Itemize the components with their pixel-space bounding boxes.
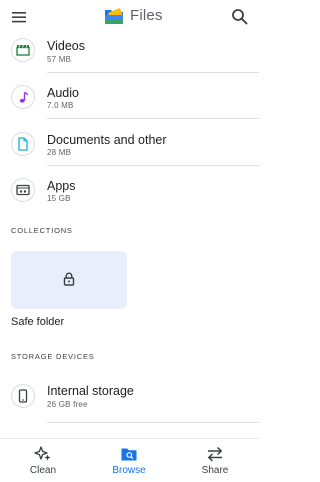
nav-label: Browse [112, 465, 146, 476]
section-label-storage-devices: STORAGE DEVICES [11, 352, 95, 361]
nav-browse[interactable]: Browse [86, 439, 172, 482]
divider [47, 72, 259, 73]
divider [47, 422, 259, 423]
category-apps[interactable]: Apps 15 GB [0, 173, 259, 219]
app-bar: Files [0, 0, 259, 34]
document-icon [11, 132, 35, 156]
category-size: 57 MB [47, 55, 72, 64]
nav-label: Clean [29, 465, 57, 476]
files-logo-icon [105, 8, 123, 24]
apps-icon [11, 178, 35, 202]
menu-icon[interactable] [9, 8, 31, 26]
category-size: 7.0 MB [47, 101, 74, 110]
storage-title: Internal storage [47, 384, 134, 398]
app-title: Files [130, 7, 163, 24]
safe-folder-label: Safe folder [11, 316, 65, 328]
category-title: Apps [47, 179, 76, 193]
swap-arrows-icon [207, 446, 223, 462]
nav-share[interactable]: Share [172, 439, 258, 482]
category-title: Documents and other [47, 133, 167, 147]
lock-icon [63, 272, 75, 286]
storage-free: 26 GB free [47, 400, 88, 409]
sparkle-icon [34, 446, 51, 461]
category-title: Videos [47, 39, 85, 53]
divider [47, 165, 259, 166]
section-label-collections: COLLECTIONS [11, 226, 73, 235]
category-videos[interactable]: Videos 57 MB [0, 34, 259, 80]
category-audio[interactable]: Audio 7.0 MB [0, 80, 259, 126]
clapperboard-icon [11, 38, 35, 62]
music-note-icon [11, 85, 35, 109]
browse-folder-icon [121, 448, 137, 461]
category-size: 28 MB [47, 148, 72, 157]
storage-internal[interactable]: Internal storage 26 GB free [0, 374, 259, 424]
phone-icon [11, 384, 35, 408]
category-documents[interactable]: Documents and other 28 MB [0, 127, 259, 173]
category-title: Audio [47, 86, 79, 100]
search-icon[interactable] [230, 7, 250, 27]
nav-clean[interactable]: Clean [0, 439, 86, 482]
divider [47, 118, 259, 119]
bottom-navigation: Clean Browse Share [0, 438, 259, 482]
nav-label: Share [201, 465, 229, 476]
safe-folder-card[interactable] [11, 251, 127, 309]
category-size: 15 GB [47, 194, 71, 203]
